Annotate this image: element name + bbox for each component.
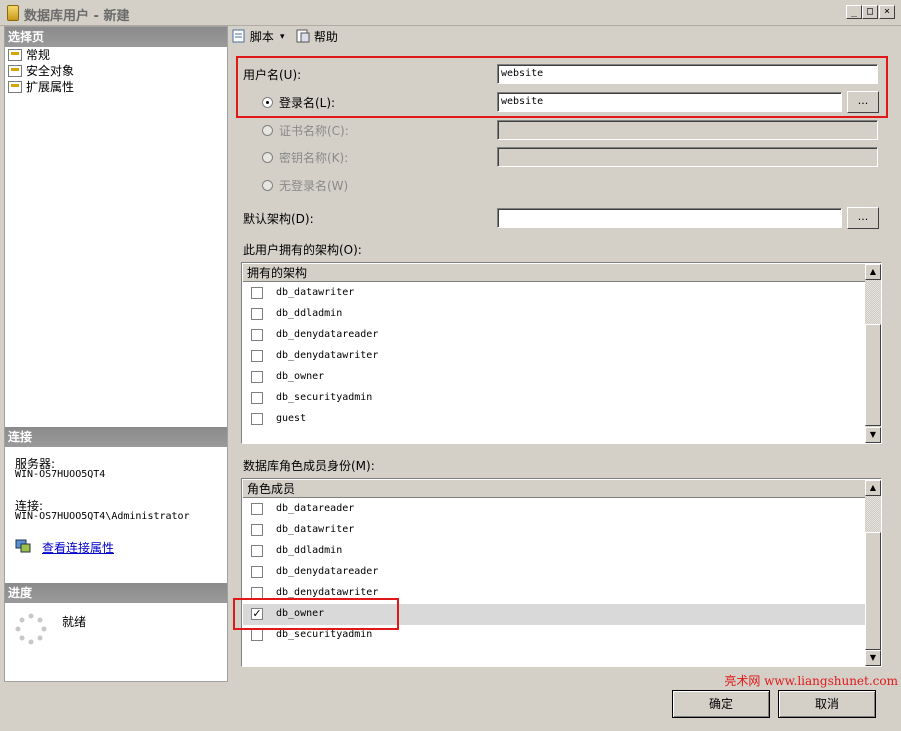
scroll-down-button[interactable]: ▼: [865, 427, 881, 443]
owned-schema-name: db_securityadmin: [276, 392, 373, 403]
owned-schema-row[interactable]: db_owner: [243, 367, 865, 388]
owned-schema-row[interactable]: db_ddladmin: [243, 304, 865, 325]
key-radio[interactable]: [262, 152, 273, 163]
owned-schema-row[interactable]: db_denydatareader: [243, 325, 865, 346]
role-name: db_datawriter: [276, 524, 355, 535]
role-name: db_datareader: [276, 503, 355, 514]
connection-header: 连接: [5, 427, 227, 447]
connection-value: WIN-OS7HUOO5QT4\Administrator: [15, 511, 190, 522]
checkbox[interactable]: [251, 629, 263, 641]
default-schema-browse-button[interactable]: ...: [847, 207, 879, 229]
toolbar: 脚本 ▾ 帮助: [228, 26, 897, 48]
watermark: 亮术网 www.liangshunet.com: [724, 674, 898, 688]
page-icon: [8, 81, 22, 93]
role-name: db_ddladmin: [276, 545, 343, 556]
owned-schema-name: db_denydatareader: [276, 329, 379, 340]
left-panel: 选择页 常规 安全对象 扩展属性 连接 服务器: WIN-OS7HUOO5QT4…: [4, 26, 228, 682]
owned-schema-name: db_ddladmin: [276, 308, 343, 319]
help-button[interactable]: 帮助: [296, 29, 338, 45]
nologin-radio[interactable]: [262, 180, 273, 191]
connection-properties-icon: [15, 539, 31, 553]
cert-radio[interactable]: [262, 125, 273, 136]
close-button[interactable]: ×: [879, 5, 895, 19]
progress-header: 进度: [5, 583, 227, 603]
ok-button[interactable]: 确定: [672, 690, 770, 718]
server-value: WIN-OS7HUOO5QT4: [15, 469, 106, 480]
role-name: db_securityadmin: [276, 629, 373, 640]
select-page-header: 选择页: [5, 27, 227, 47]
page-item-general[interactable]: 常规: [8, 47, 50, 63]
cert-label: 证书名称(C):: [279, 124, 349, 138]
key-field[interactable]: [497, 147, 878, 167]
owned-schema-row[interactable]: db_denydatawriter: [243, 346, 865, 367]
checkbox[interactable]: [251, 413, 263, 425]
owned-schema-row[interactable]: db_securityadmin: [243, 388, 865, 409]
checkbox[interactable]: [251, 503, 263, 515]
view-connection-properties-link[interactable]: 查看连接属性: [42, 539, 114, 556]
scroll-thumb[interactable]: [865, 324, 881, 426]
script-dropdown-icon[interactable]: ▾: [280, 29, 285, 45]
default-schema-field[interactable]: [497, 208, 842, 228]
checkbox[interactable]: [251, 308, 263, 320]
help-icon: [296, 29, 310, 43]
owned-schema-row[interactable]: db_datawriter: [243, 283, 865, 304]
title-bar: 数据库用户 - 新建 _ □ ×: [0, 0, 901, 26]
roles-label: 数据库角色成员身份(M):: [243, 459, 375, 473]
window-title: 数据库用户 - 新建: [24, 9, 130, 24]
spinner-icon: [15, 613, 47, 645]
highlight-box-login: [236, 56, 888, 118]
roles-grid: 角色成员 db_datareader db_datawriter db_ddladm…: [241, 478, 882, 667]
key-label: 密钥名称(K):: [279, 151, 349, 165]
highlight-box-db-owner: [233, 598, 399, 630]
roles-scrollbar[interactable]: ▲ ▼: [865, 480, 881, 666]
page-item-securables[interactable]: 安全对象: [8, 63, 74, 79]
role-name: db_denydatareader: [276, 566, 379, 577]
scroll-down-button[interactable]: ▼: [865, 650, 881, 666]
roles-header: 角色成员: [243, 480, 865, 498]
role-row[interactable]: db_denydatareader: [243, 562, 865, 583]
script-icon: [232, 29, 245, 43]
role-name: db_denydatawriter: [276, 587, 379, 598]
maximize-button[interactable]: □: [862, 5, 878, 19]
owned-schemas-header: 拥有的架构: [243, 264, 865, 282]
owned-schemas-scrollbar[interactable]: ▲ ▼: [865, 264, 881, 443]
page-icon: [8, 49, 22, 61]
checkbox[interactable]: [251, 329, 263, 341]
page-item-label: 常规: [26, 48, 51, 62]
owned-schema-row[interactable]: guest: [243, 409, 865, 430]
default-schema-label: 默认架构(D):: [243, 212, 314, 226]
page-item-extended-properties[interactable]: 扩展属性: [8, 79, 74, 95]
checkbox[interactable]: [251, 566, 263, 578]
checkbox[interactable]: [251, 350, 263, 362]
cancel-button[interactable]: 取消: [778, 690, 876, 718]
role-row[interactable]: db_datareader: [243, 499, 865, 520]
owned-schema-name: guest: [276, 413, 307, 424]
role-row[interactable]: db_datawriter: [243, 520, 865, 541]
role-row[interactable]: db_ddladmin: [243, 541, 865, 562]
scroll-up-button[interactable]: ▲: [865, 480, 881, 496]
checkbox[interactable]: [251, 392, 263, 404]
minimize-button[interactable]: _: [846, 5, 862, 19]
page-item-label: 安全对象: [26, 64, 75, 78]
help-label: 帮助: [313, 30, 338, 44]
owned-schemas-label: 此用户拥有的架构(O):: [243, 243, 362, 257]
scroll-thumb[interactable]: [865, 532, 881, 650]
cert-field[interactable]: [497, 120, 878, 140]
checkbox[interactable]: [251, 287, 263, 299]
page-item-label: 扩展属性: [26, 80, 75, 94]
scroll-up-button[interactable]: ▲: [865, 264, 881, 280]
owned-schemas-grid: 拥有的架构 db_datawriter db_ddladmin db_denydat…: [241, 262, 882, 444]
checkbox[interactable]: [251, 371, 263, 383]
nologin-label: 无登录名(W): [279, 179, 349, 193]
checkbox[interactable]: [251, 545, 263, 557]
progress-status: 就绪: [62, 615, 87, 629]
page-icon: [8, 65, 22, 77]
database-icon: [7, 5, 19, 21]
owned-schema-name: db_datawriter: [276, 287, 355, 298]
script-button[interactable]: 脚本: [232, 29, 274, 45]
script-label: 脚本: [249, 30, 274, 44]
owned-schema-name: db_owner: [276, 371, 325, 382]
owned-schema-name: db_denydatawriter: [276, 350, 379, 361]
checkbox[interactable]: [251, 524, 263, 536]
